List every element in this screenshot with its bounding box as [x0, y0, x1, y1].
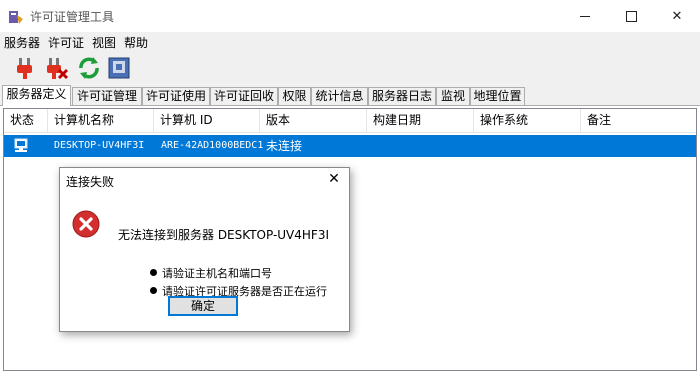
- cell-version: 未连接: [266, 139, 303, 153]
- dialog-close-icon[interactable]: ✕: [325, 170, 343, 188]
- window-title: 许可证管理工具: [30, 10, 115, 24]
- menu-view[interactable]: 视图: [92, 34, 116, 51]
- tab-server-definition[interactable]: 服务器定义: [2, 85, 71, 106]
- app-icon: [9, 11, 23, 24]
- col-os[interactable]: 操作系统: [474, 109, 581, 132]
- tab-geo-location[interactable]: 地理位置: [470, 87, 525, 105]
- col-computer-id[interactable]: 计算机 ID: [154, 109, 260, 132]
- tab-license-recovery[interactable]: 许可证回收: [210, 87, 278, 105]
- title-bar: 许可证管理工具 ✕: [0, 0, 700, 32]
- tab-license-management[interactable]: 许可证管理: [72, 87, 142, 105]
- tab-divider: [0, 105, 700, 106]
- tab-monitor[interactable]: 监视: [436, 87, 470, 105]
- table-header: 状态 计算机名称 计算机 ID 版本 构建日期 操作系统 备注: [4, 109, 696, 133]
- bullet-item: 请验证主机名和端口号: [150, 265, 272, 281]
- menu-license[interactable]: 许可证: [48, 34, 84, 51]
- col-build-date[interactable]: 构建日期: [367, 109, 474, 132]
- ok-button[interactable]: 确定: [168, 296, 238, 316]
- dialog-title: 连接失败: [66, 175, 115, 189]
- cell-computer-id: ARE-42AD1000BEDC12: [161, 140, 264, 151]
- col-status[interactable]: 状态: [4, 109, 48, 132]
- refresh-icon[interactable]: [76, 55, 102, 81]
- col-note[interactable]: 备注: [581, 109, 696, 132]
- plug-disconnect-icon[interactable]: [44, 55, 70, 81]
- tab-permissions[interactable]: 权限: [278, 87, 311, 105]
- dialog-title-bar: 连接失败 ✕: [60, 168, 349, 192]
- tab-license-usage[interactable]: 许可证使用: [142, 87, 210, 105]
- menu-server[interactable]: 服务器: [4, 34, 40, 51]
- cell-computer-name: DESKTOP-UV4HF3I: [54, 140, 145, 151]
- col-computer-name[interactable]: 计算机名称: [48, 109, 154, 132]
- tab-statistics[interactable]: 统计信息: [311, 87, 368, 105]
- tab-strip: 服务器定义 许可证管理 许可证使用 许可证回收 权限 统计信息 服务器日志 监视…: [0, 85, 700, 106]
- server-properties-icon[interactable]: [106, 55, 132, 81]
- error-icon: [72, 210, 100, 238]
- computer-icon: [14, 138, 28, 152]
- table-row[interactable]: DESKTOP-UV4HF3I ARE-42AD1000BEDC12 未连接: [4, 135, 696, 157]
- plug-connect-icon[interactable]: [12, 55, 38, 81]
- toolbar: [0, 50, 700, 85]
- menu-help[interactable]: 帮助: [124, 34, 148, 51]
- close-window-button[interactable]: ✕: [654, 0, 700, 32]
- menu-bar: 服务器 许可证 视图 帮助: [0, 32, 700, 50]
- minimize-button[interactable]: [562, 0, 608, 32]
- dialog-message: 无法连接到服务器 DESKTOP-UV4HF3I: [118, 228, 329, 242]
- maximize-button[interactable]: [608, 0, 654, 32]
- connection-failed-dialog: 连接失败 ✕ 无法连接到服务器 DESKTOP-UV4HF3I 请验证主机名和端…: [59, 167, 350, 332]
- tab-server-log[interactable]: 服务器日志: [368, 87, 436, 105]
- col-version[interactable]: 版本: [260, 109, 367, 132]
